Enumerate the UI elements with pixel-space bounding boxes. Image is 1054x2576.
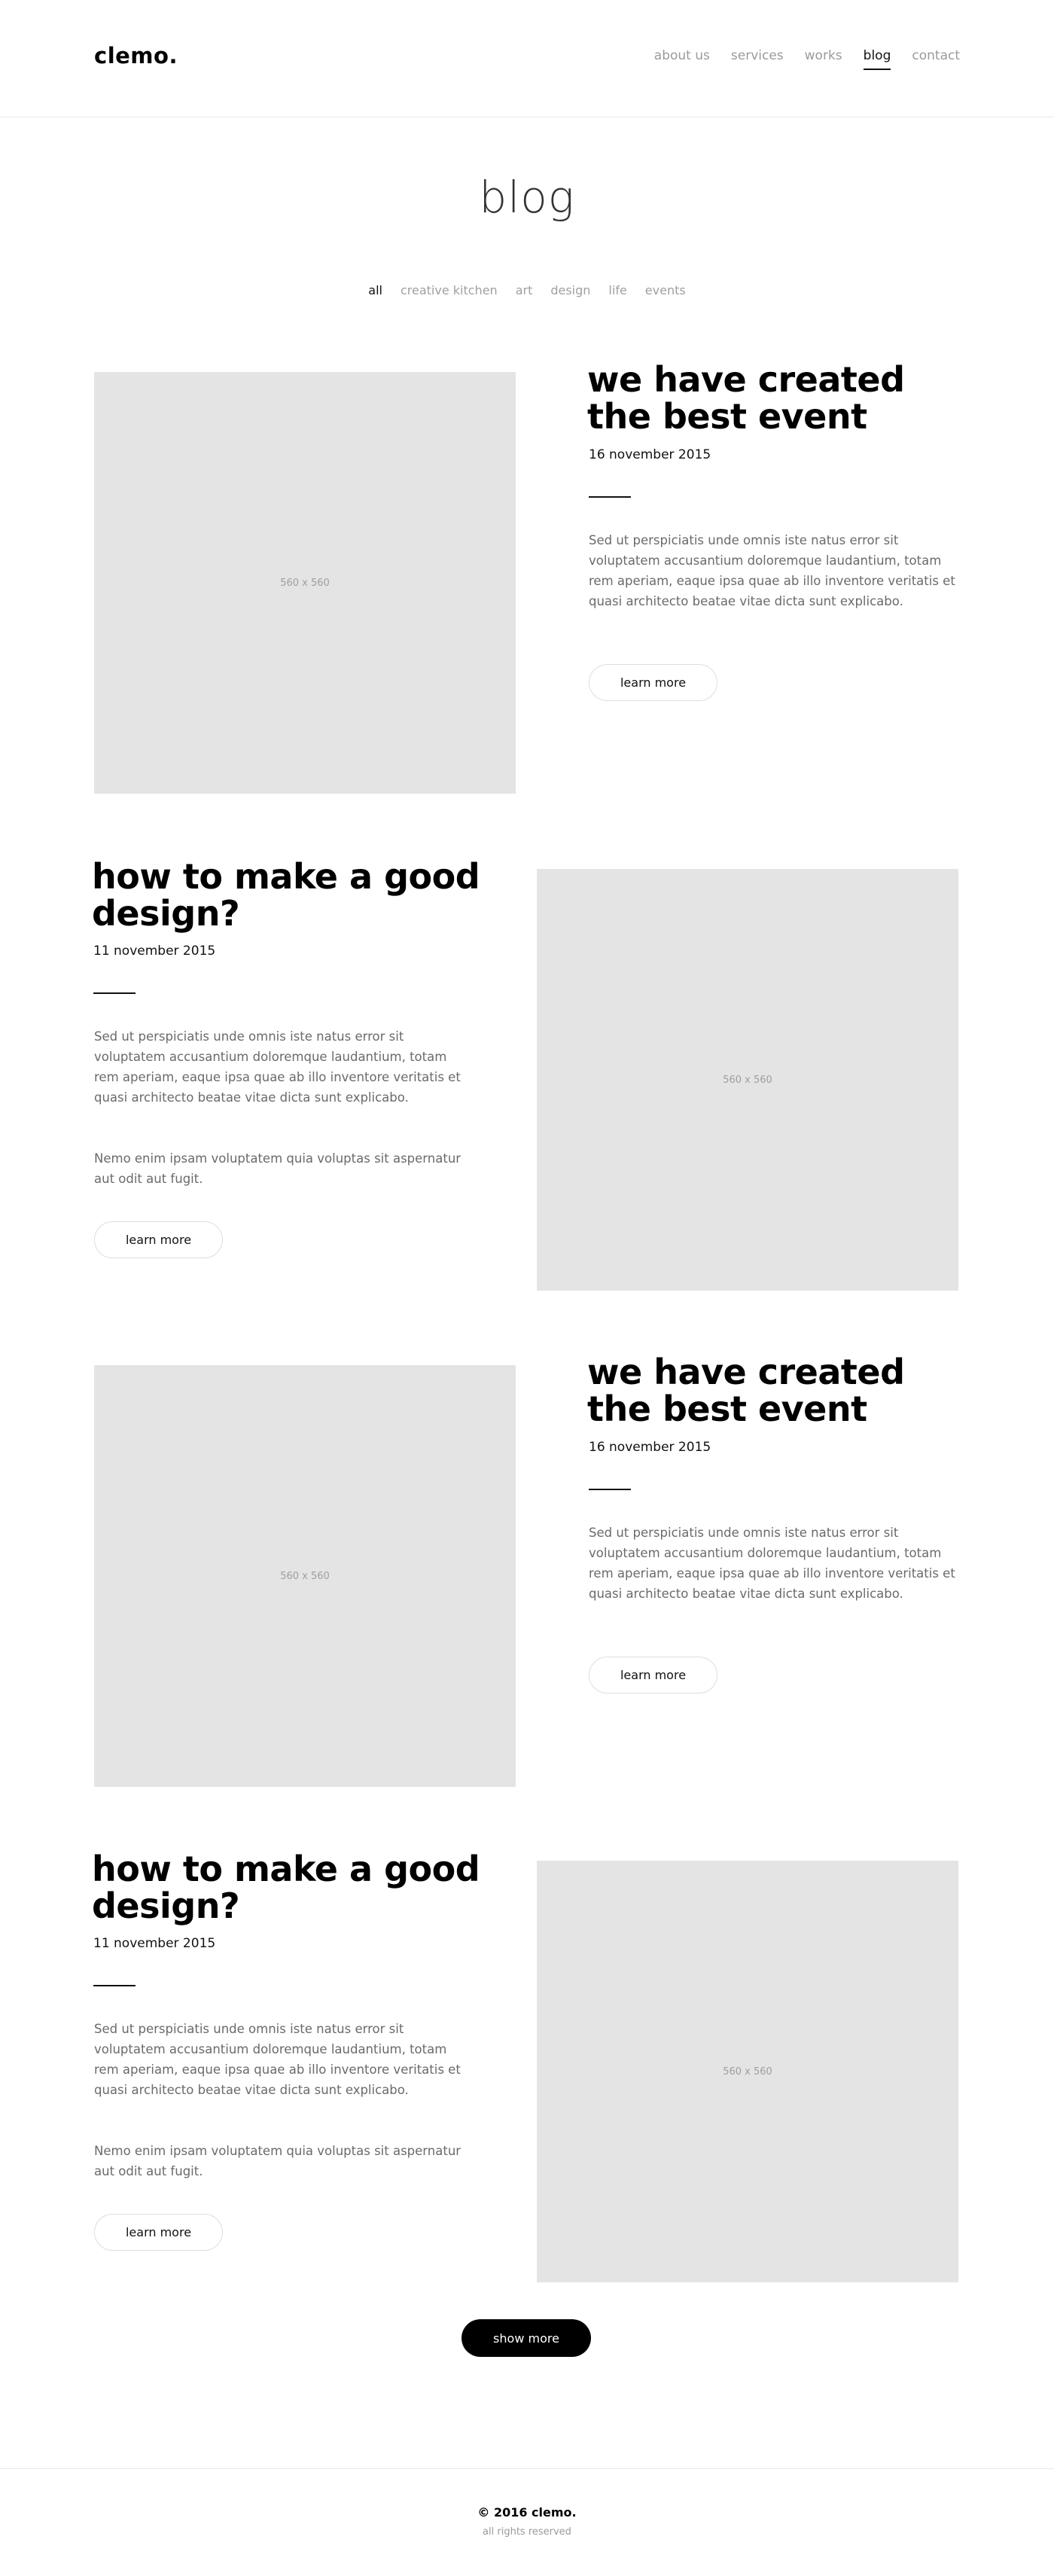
post-excerpt-secondary: Nemo enim ipsam voluptatem quia voluptas… (94, 1151, 462, 1186)
post-title[interactable]: how to make a good design? (92, 1851, 480, 1925)
logo[interactable]: clemo. (94, 43, 178, 69)
post-title-line: the best event (587, 396, 867, 437)
post-title-line: design? (92, 893, 240, 934)
post-title-line: how to make a good (92, 856, 480, 897)
nav-item-services[interactable]: services (731, 48, 784, 63)
nav-item-blog[interactable]: blog (863, 48, 891, 70)
nav-item-contact[interactable]: contact (912, 48, 960, 63)
filter-design[interactable]: design (550, 283, 590, 297)
filter-art[interactable]: art (516, 283, 533, 297)
filter-all[interactable]: all (368, 283, 382, 297)
learn-more-button[interactable]: learn more (94, 1221, 223, 1258)
post-date: 16 november 2015 (589, 1440, 711, 1455)
post-excerpt: Sed ut perspiciatis unde omnis iste natu… (589, 533, 955, 608)
site-header: clemo. about us services works blog cont… (0, 0, 1054, 117)
divider (589, 496, 631, 498)
post-excerpt: Sed ut perspiciatis unde omnis iste natu… (94, 2022, 461, 2097)
post-image-placeholder[interactable]: 560 x 560 (537, 869, 958, 1291)
category-filters: all creative kitchen art design life eve… (0, 283, 1054, 297)
main-nav: about us services works blog contact (633, 48, 960, 70)
post-title[interactable]: we have created the best event (587, 1354, 905, 1428)
post-title[interactable]: we have created the best event (587, 361, 905, 435)
nav-item-works[interactable]: works (805, 48, 842, 63)
divider (589, 1489, 631, 1490)
post-title[interactable]: how to make a good design? (92, 858, 480, 932)
post-title-line: the best event (587, 1389, 867, 1429)
post-image-placeholder[interactable]: 560 x 560 (94, 1365, 516, 1787)
post-date: 16 november 2015 (589, 447, 711, 462)
filter-life[interactable]: life (608, 283, 626, 297)
divider (93, 1985, 136, 1986)
post-excerpt: Sed ut perspiciatis unde omnis iste natu… (94, 1029, 461, 1105)
learn-more-button[interactable]: learn more (94, 2214, 223, 2251)
image-size-label: 560 x 560 (280, 577, 330, 589)
post-date: 11 november 2015 (93, 1936, 216, 1951)
post-title-line: we have created (587, 359, 905, 400)
image-size-label: 560 x 560 (723, 2065, 772, 2078)
post-excerpt-secondary: Nemo enim ipsam voluptatem quia voluptas… (94, 2144, 462, 2178)
copyright: © 2016 clemo. (477, 2505, 577, 2520)
filter-events[interactable]: events (645, 283, 686, 297)
divider (93, 992, 136, 994)
nav-item-about-us[interactable]: about us (654, 48, 710, 63)
post-title-line: design? (92, 1886, 240, 1926)
image-size-label: 560 x 560 (280, 1570, 330, 1582)
post-excerpt: Sed ut perspiciatis unde omnis iste natu… (589, 1526, 955, 1601)
image-size-label: 560 x 560 (723, 1074, 772, 1086)
learn-more-button[interactable]: learn more (589, 1657, 717, 1693)
filter-creative-kitchen[interactable]: creative kitchen (401, 283, 498, 297)
post-image-placeholder[interactable]: 560 x 560 (94, 372, 516, 794)
post-image-placeholder[interactable]: 560 x 560 (537, 1861, 958, 2282)
site-footer: © 2016 clemo. all rights reserved (0, 2468, 1054, 2576)
show-more-button[interactable]: show more (462, 2319, 591, 2357)
learn-more-button[interactable]: learn more (589, 664, 717, 701)
rights-text: all rights reserved (483, 2526, 571, 2538)
post-title-line: we have created (587, 1352, 905, 1392)
post-title-line: how to make a good (92, 1849, 480, 1889)
page-title: blog (479, 172, 575, 223)
post-date: 11 november 2015 (93, 944, 216, 959)
